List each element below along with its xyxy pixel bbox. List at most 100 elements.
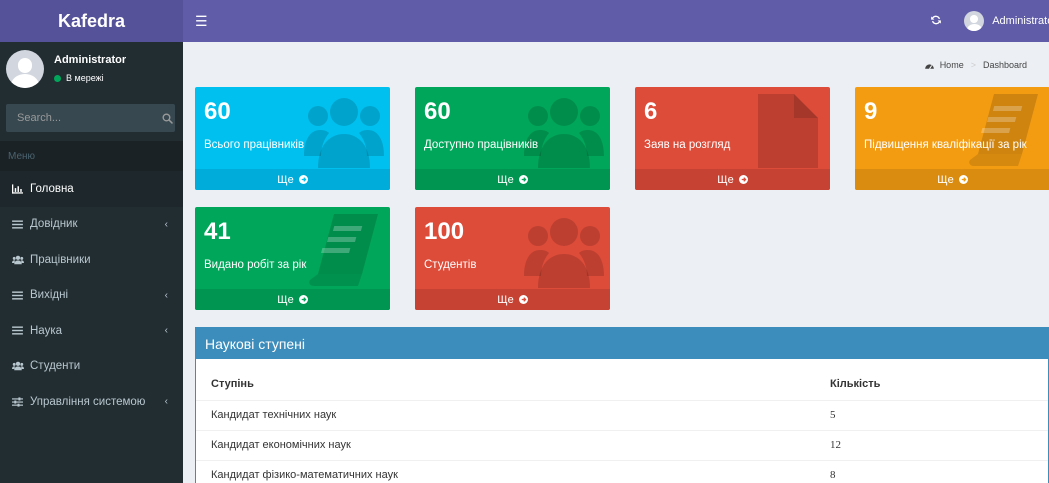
degrees-table: Ступінь Кількість Кандидат технічних нау… [196, 359, 1048, 483]
stat-value: 60 [204, 98, 231, 125]
list-icon [12, 291, 30, 300]
avatar [6, 50, 44, 88]
stat-label: Видано робіт за рік [204, 259, 307, 271]
document-icon [744, 92, 824, 168]
sidebar-item-2[interactable]: Довідник ‹ [0, 207, 183, 243]
users-icon [524, 92, 604, 168]
sidebar-item-3[interactable]: Працівники [0, 242, 183, 278]
more-info-link[interactable]: Ще [635, 169, 830, 190]
sidebar-item-5[interactable]: Наука ‹ [0, 313, 183, 349]
sidebar-search [6, 104, 175, 132]
breadcrumb-current: Dashboard [982, 60, 1027, 70]
sidebar-item-label: Довідник [30, 218, 78, 231]
navbar-right: Administrator [930, 0, 1049, 42]
more-info-link[interactable]: Ще [415, 169, 610, 190]
users-icon [12, 255, 30, 265]
sidebar-item-label: Студенти [30, 360, 81, 373]
sidebar-item-6[interactable]: Студенти [0, 349, 183, 385]
bar-chart-icon [12, 184, 30, 194]
table-header-row: Ступінь Кількість [196, 359, 1048, 401]
degrees-panel-title: Наукові ступені [196, 328, 1048, 359]
sidebar-item-label: Наука [30, 324, 63, 337]
avatar [964, 11, 985, 31]
degree-cell: Кандидат фізико-математичних наук [196, 460, 830, 483]
sliders-icon [12, 397, 30, 407]
stat-box: 6 Заяв на розгляд Ще [635, 87, 830, 190]
arrow-circle-right-icon [298, 175, 308, 184]
sidebar-toggle-icon[interactable]: ☰ [195, 14, 208, 28]
sidebar-menu: Головна Довідник ‹ Працівники Вихідні ‹ Наука ‹… [0, 171, 183, 420]
user-panel: Administrator В мережі [0, 42, 183, 96]
count-cell: 8 [830, 460, 1048, 483]
arrow-circle-right-icon [518, 175, 528, 184]
stat-box: 60 Всього працівників Ще [195, 87, 390, 190]
users-icon [12, 361, 30, 371]
degree-cell: Кандидат технічних наук [196, 400, 830, 431]
degree-cell: Кандидат економічних наук [196, 430, 830, 461]
stat-box: 9 Підвищення кваліфікації за рік Ще [855, 87, 1049, 190]
arrow-circle-right-icon [958, 175, 968, 184]
users-icon [524, 212, 604, 288]
top-navbar: ☰ Administrator [183, 0, 1049, 42]
degrees-panel: Наукові ступені Ступінь Кількість Кандид… [195, 327, 1049, 483]
more-info-link[interactable]: Ще [855, 169, 1049, 190]
stat-value: 9 [864, 98, 878, 125]
table-row: Кандидат фізико-математичних наук 8 [196, 460, 1048, 483]
chevron-left-icon: ‹ [164, 325, 168, 337]
sidebar-item-label: Вихідні [30, 289, 69, 302]
chevron-left-icon: ‹ [164, 289, 168, 301]
count-cell: 12 [830, 430, 1048, 461]
chevron-left-icon: ‹ [164, 396, 168, 408]
user-menu[interactable]: Administrator [964, 11, 1049, 31]
sidebar-item-label: Працівники [30, 253, 91, 266]
list-icon [12, 220, 30, 229]
refresh-icon[interactable] [930, 13, 942, 30]
column-header-count: Кількість [830, 359, 1048, 401]
stat-value: 41 [204, 218, 231, 245]
user-status: В мережі [54, 73, 104, 83]
book-icon [304, 212, 384, 288]
book-icon [964, 92, 1044, 168]
stat-label: Студентів [424, 259, 477, 271]
more-info-link[interactable]: Ще [195, 169, 390, 190]
sidebar-item-4[interactable]: Вихідні ‹ [0, 278, 183, 314]
app-logo[interactable]: Kafedra [0, 0, 183, 42]
status-label: В мережі [66, 73, 104, 83]
sidebar-item-label: Управління системою [30, 395, 146, 408]
stat-label: Всього працівників [204, 139, 305, 151]
column-header-degree: Ступінь [196, 359, 830, 401]
stat-box: 60 Доступно працівників Ще [415, 87, 610, 190]
users-icon [304, 92, 384, 168]
breadcrumb-separator: > [970, 60, 976, 70]
table-row: Кандидат економічних наук 12 [196, 430, 1048, 461]
chevron-left-icon: ‹ [164, 218, 168, 230]
stat-value: 60 [424, 98, 451, 125]
sidebar-item-7[interactable]: Управління системою ‹ [0, 384, 183, 420]
stat-label: Підвищення кваліфікації за рік [864, 139, 1027, 151]
menu-header: Меню [0, 141, 183, 171]
count-cell: 5 [830, 400, 1048, 431]
list-icon [12, 326, 30, 335]
dashboard-icon [924, 63, 934, 69]
breadcrumb: Home > Dashboard [924, 60, 1027, 70]
stat-box: 41 Видано робіт за рік Ще [195, 207, 390, 310]
table-row: Кандидат технічних наук 5 [196, 400, 1048, 431]
sidebar: Administrator В мережі Меню Головна Довід… [0, 42, 183, 483]
online-dot-icon [54, 74, 61, 82]
navbar-user-name: Administrator [992, 15, 1049, 27]
stat-label: Доступно працівників [424, 139, 539, 151]
stat-value: 6 [644, 98, 658, 125]
stat-value: 100 [424, 218, 465, 245]
arrow-circle-right-icon [738, 175, 748, 184]
sidebar-item-label: Головна [30, 182, 74, 195]
stat-label: Заяв на розгляд [644, 139, 731, 151]
search-icon[interactable] [159, 112, 175, 124]
sidebar-item-1[interactable]: Головна [0, 171, 183, 207]
sidebar-user-name: Administrator [54, 54, 127, 66]
more-info-link[interactable]: Ще [195, 289, 390, 310]
more-info-link[interactable]: Ще [415, 289, 610, 310]
arrow-circle-right-icon [518, 295, 528, 304]
breadcrumb-home[interactable]: Home [924, 60, 964, 70]
stat-box: 100 Студентів Ще [415, 207, 610, 310]
search-input[interactable] [6, 112, 159, 124]
